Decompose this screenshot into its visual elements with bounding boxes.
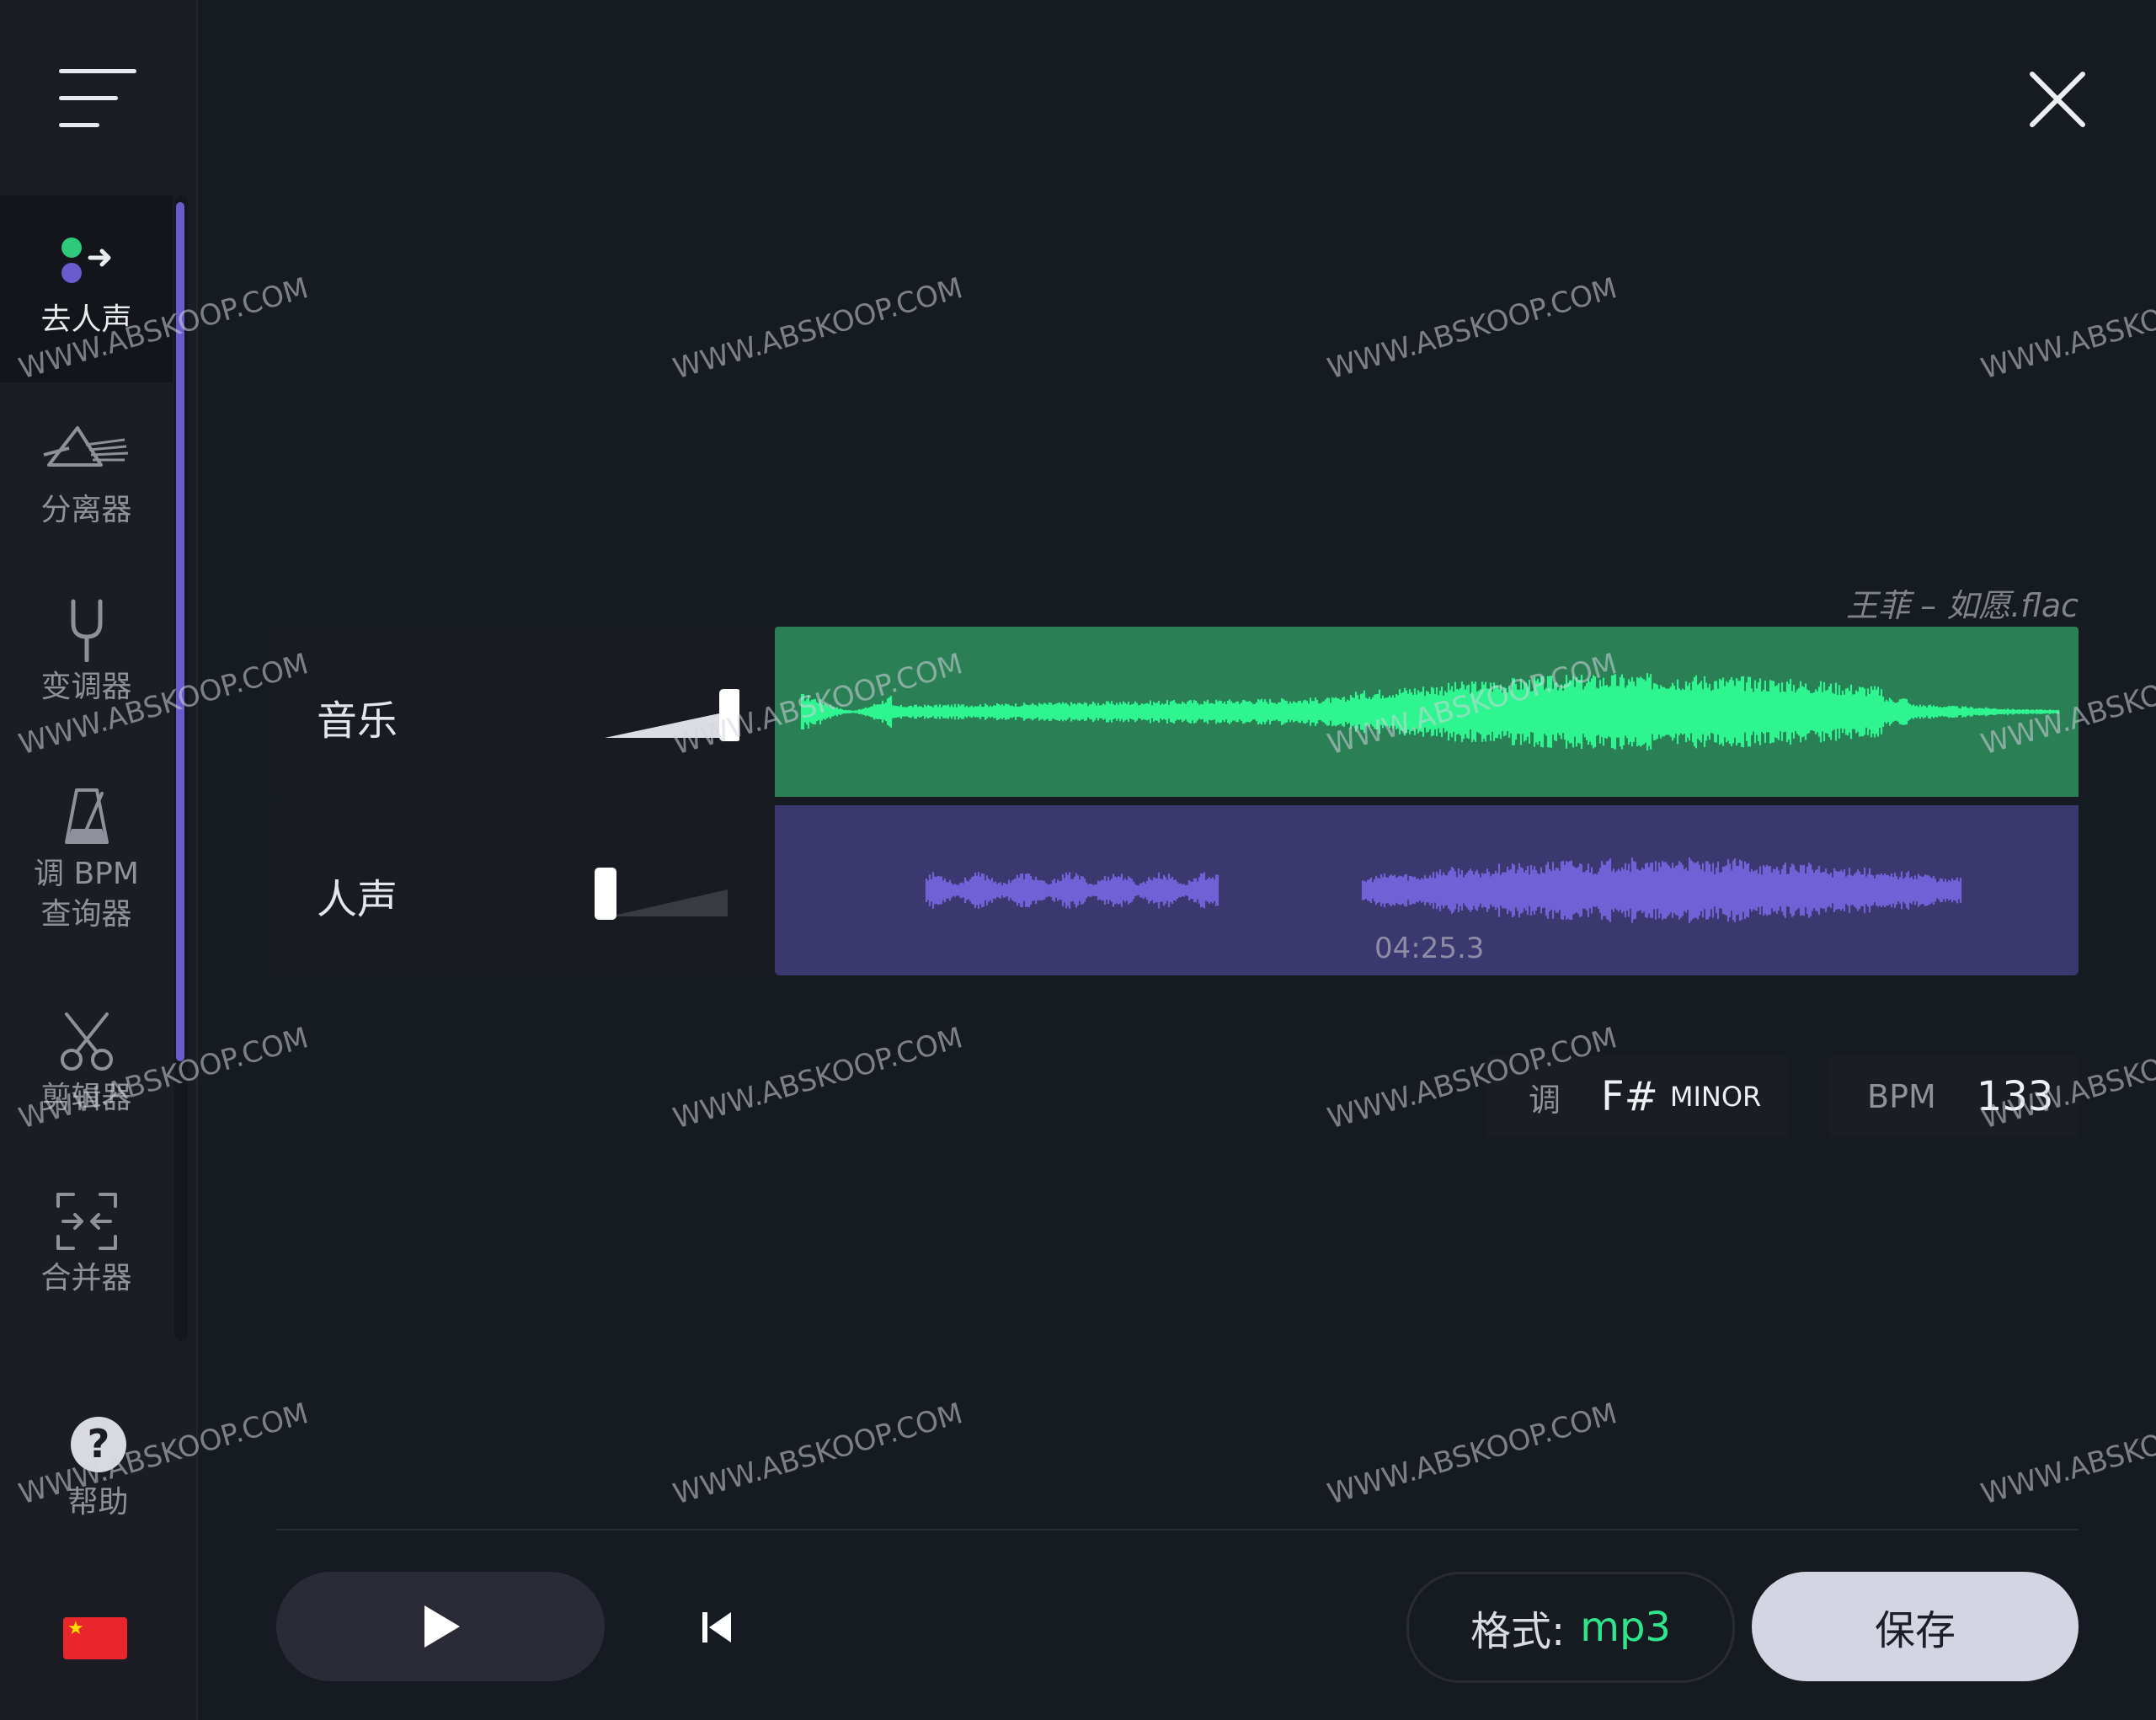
vocal-track-label: 人声 — [317, 876, 398, 923]
sidebar-item-label: 调 BPM 查询器 — [34, 857, 139, 932]
sidebar-item-bpm-finder[interactable]: 调 BPM 查询器 — [0, 785, 173, 935]
watermark: WWW.ABSKOOP.COM — [1977, 271, 2156, 387]
sidebar-item-joiner[interactable]: 合并器 — [0, 1189, 173, 1299]
watermark: WWW.ABSKOOP.COM — [1324, 271, 1621, 387]
vocal-track-controls: 人声 — [276, 805, 775, 975]
menu-icon[interactable] — [59, 69, 136, 128]
metronome-icon — [64, 788, 109, 844]
vocal-remover-icon — [61, 238, 110, 283]
key-note: F# — [1601, 1073, 1658, 1120]
file-name: 王菲 – 如愿.flac — [1846, 587, 2079, 624]
play-button[interactable] — [276, 1572, 605, 1681]
watermark: WWW.ABSKOOP.COM — [670, 1397, 967, 1512]
format-value: mp3 — [1580, 1604, 1671, 1651]
prism-splitter-icon — [42, 426, 128, 467]
watermark: WWW.ABSKOOP.COM — [670, 1021, 967, 1136]
play-icon — [424, 1605, 460, 1648]
format-selector[interactable]: 格式: mp3 — [1406, 1572, 1735, 1683]
watermark: WWW.ABSKOOP.COM — [670, 271, 967, 387]
key-label: 调 — [1529, 1081, 1561, 1119]
vocal-volume-slider[interactable] — [593, 864, 728, 923]
music-track-controls: 音乐 — [276, 627, 775, 797]
save-button[interactable]: 保存 — [1752, 1572, 2079, 1681]
music-track-label: 音乐 — [317, 697, 398, 745]
tuning-fork-icon — [71, 599, 102, 662]
waveform-path — [925, 857, 1962, 924]
playback-time: 04:25.3 — [1374, 932, 1485, 965]
format-label: 格式: — [1470, 1608, 1566, 1655]
watermark: WWW.ABSKOOP.COM — [1977, 1397, 2156, 1512]
key-mode: MINOR — [1669, 1081, 1762, 1113]
sidebar-item-label: 合并器 — [40, 1261, 132, 1295]
china-flag-icon[interactable]: ★ — [63, 1617, 127, 1659]
close-icon[interactable] — [2025, 67, 2089, 131]
scissors-icon — [60, 1012, 113, 1071]
skip-to-start-icon[interactable] — [689, 1600, 743, 1654]
merge-icon — [56, 1193, 117, 1250]
sidebar-item-label: 分离器 — [40, 493, 132, 527]
bpm-label: BPM — [1867, 1078, 1936, 1115]
sidebar-item-splitter[interactable]: 分离器 — [0, 421, 173, 531]
divider — [276, 1529, 2079, 1530]
watermark: WWW.ABSKOOP.COM — [1324, 1397, 1621, 1512]
